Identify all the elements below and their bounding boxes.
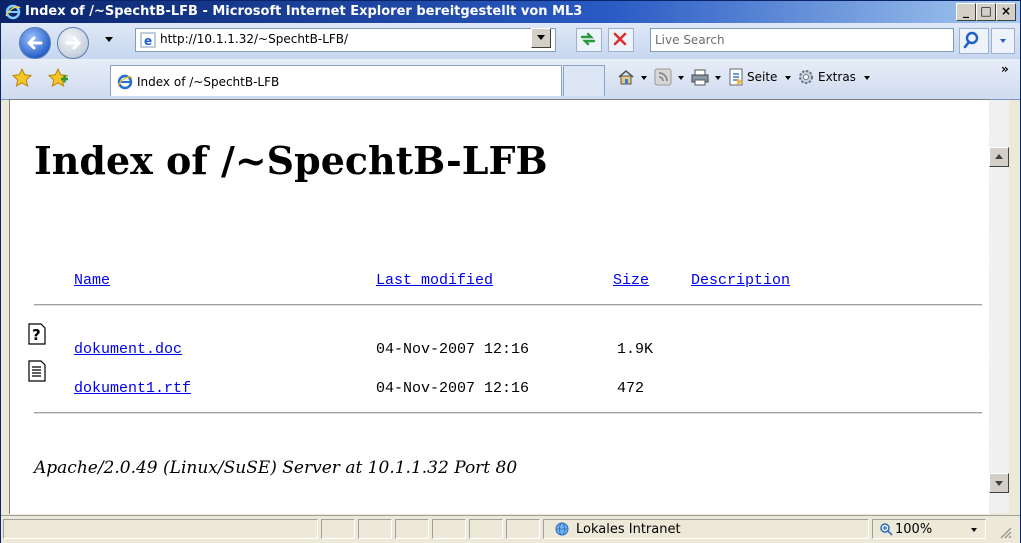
close-button[interactable]: × [996, 3, 1016, 21]
column-header-last-modified[interactable]: Last modified [376, 272, 493, 289]
zoom-level: 100% [895, 522, 933, 537]
ie-logo-icon [5, 4, 21, 20]
status-bar: Lokales Intranet 100% [1, 515, 1020, 543]
back-arrow-icon [27, 36, 43, 50]
file-modified: 04-Nov-2007 12:16 [376, 341, 530, 358]
column-header-name[interactable]: Name [74, 272, 110, 289]
server-signature: Apache/2.0.49 (Linux/SuSE) Server at 10.… [34, 458, 518, 478]
stop-icon [613, 32, 627, 46]
ie-logo-icon [117, 74, 133, 90]
status-panel [432, 519, 466, 539]
page-icon[interactable] [727, 68, 745, 86]
chevron-down-icon[interactable] [641, 76, 647, 80]
divider [34, 412, 982, 414]
chevron-down-icon[interactable] [678, 76, 684, 80]
chevron-down-icon [995, 481, 1003, 486]
favorites-star-icon[interactable] [11, 67, 33, 89]
chevron-down-icon[interactable] [715, 76, 721, 80]
status-panel [321, 519, 355, 539]
ie-page-icon: e [140, 32, 156, 48]
file-modified: 04-Nov-2007 12:16 [376, 380, 530, 397]
window-title: Index of /~SpechtB-LFB - Microsoft Inter… [25, 4, 583, 19]
add-favorite-icon[interactable] [47, 67, 69, 89]
status-panel [506, 519, 540, 539]
toolbar-overflow-chevron[interactable]: » [1001, 62, 1009, 76]
unknown-file-icon: ? [28, 323, 46, 345]
svg-text:?: ? [32, 326, 41, 344]
address-dropdown-button[interactable] [531, 28, 551, 48]
chevron-down-icon [537, 35, 545, 40]
status-panel [469, 519, 503, 539]
zoom-control[interactable]: 100% [872, 519, 986, 539]
tab-title: Index of /~SpechtB-LFB [137, 75, 280, 89]
back-button[interactable] [19, 27, 51, 59]
command-bar: Index of /~SpechtB-LFB Seite Extras » [1, 59, 1020, 100]
refresh-icon [580, 32, 596, 46]
svg-text:e: e [144, 34, 152, 48]
search-options-button[interactable] [991, 28, 1015, 54]
page-menu[interactable]: Seite [747, 70, 777, 84]
chevron-down-icon [1000, 39, 1006, 43]
gear-icon[interactable] [797, 68, 815, 86]
chevron-down-icon[interactable] [785, 76, 791, 80]
forward-button[interactable] [57, 27, 89, 59]
chevron-down-icon[interactable] [864, 76, 870, 80]
page-content: Index of /~SpechtB-LFB Name Last modifie… [9, 99, 990, 514]
navigation-bar: e http://10.1.1.32/~SpechtB-LFB/ [1, 23, 1020, 59]
zoom-magnifier-icon [880, 523, 893, 536]
column-header-description[interactable]: Description [691, 272, 790, 289]
stop-button[interactable] [608, 28, 634, 52]
tab-current-page[interactable]: Index of /~SpechtB-LFB [110, 65, 562, 96]
zone-label: Lokales Intranet [576, 522, 681, 537]
feeds-icon[interactable] [654, 68, 672, 86]
file-size: 1.9K [617, 341, 654, 358]
title-bar[interactable]: Index of /~SpechtB-LFB - Microsoft Inter… [1, 1, 1020, 23]
file-link[interactable]: dokument.doc [74, 341, 182, 358]
history-dropdown-icon[interactable] [105, 37, 113, 42]
page-heading: Index of /~SpechtB-LFB [34, 138, 548, 183]
scroll-down-button[interactable] [989, 473, 1009, 493]
divider [34, 304, 982, 306]
home-icon[interactable] [617, 68, 635, 86]
search-icon [963, 31, 979, 49]
scroll-up-button[interactable] [989, 147, 1009, 167]
search-input[interactable] [653, 31, 949, 49]
resize-grip-icon[interactable] [997, 524, 1013, 540]
file-size: 472 [617, 380, 645, 397]
search-button[interactable] [959, 28, 989, 54]
status-message [3, 519, 318, 539]
column-header-size[interactable]: Size [613, 272, 649, 289]
forward-arrow-icon [65, 36, 81, 50]
status-panel [358, 519, 392, 539]
security-zone[interactable]: Lokales Intranet [543, 519, 869, 539]
browser-window: Index of /~SpechtB-LFB - Microsoft Inter… [0, 0, 1021, 543]
minimize-button[interactable]: _ [956, 3, 976, 21]
address-text: http://10.1.1.32/~SpechtB-LFB/ [160, 32, 349, 46]
text-file-icon [28, 360, 46, 382]
refresh-button[interactable] [576, 28, 602, 52]
print-icon[interactable] [691, 68, 709, 86]
status-panel [395, 519, 429, 539]
maximize-button[interactable]: □ [976, 3, 996, 21]
chevron-up-icon [995, 154, 1003, 159]
new-tab-button[interactable] [563, 65, 605, 96]
address-bar[interactable]: e http://10.1.1.32/~SpechtB-LFB/ [135, 28, 556, 52]
tools-menu[interactable]: Extras [818, 70, 856, 84]
search-box[interactable] [650, 28, 954, 52]
chevron-down-icon[interactable] [971, 528, 977, 532]
intranet-globe-icon [555, 522, 569, 536]
file-link[interactable]: dokument1.rtf [74, 380, 191, 397]
